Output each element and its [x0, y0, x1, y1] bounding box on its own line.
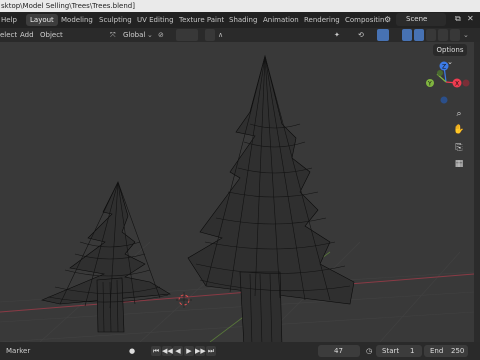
shading-solid-button[interactable] — [426, 29, 436, 41]
prev-keyframe-icon[interactable]: ◀◀ — [162, 346, 173, 356]
tab-uv-editing[interactable]: UV Editing — [133, 14, 178, 26]
menu-add[interactable]: Add — [20, 28, 34, 42]
tab-animation[interactable]: Animation — [259, 14, 303, 26]
top-bar: Help Layout Modeling Sculpting UV Editin… — [0, 12, 480, 28]
start-label: Start — [382, 347, 400, 355]
camera-icon[interactable]: ⎘ — [453, 142, 465, 154]
transform-orientation-dropdown[interactable]: Global — [123, 28, 145, 42]
3d-viewport[interactable]: Z X Y Options ⌄ ⌕ ✋ ⎘ ▦ — [0, 42, 474, 342]
3d-cursor[interactable] — [176, 292, 192, 308]
play-icon[interactable]: ▶ — [184, 346, 194, 356]
current-frame-value: 47 — [334, 347, 343, 355]
chevron-down-icon: ⌄ — [147, 31, 153, 39]
large-tree-wireframe — [187, 54, 355, 342]
transform-orientation-icon[interactable]: ⤧ — [110, 28, 116, 42]
marker-menu[interactable]: Marker — [6, 342, 30, 360]
navigation-gizmo[interactable]: Z X Y — [426, 61, 470, 104]
next-keyframe-icon[interactable]: ▶▶ — [195, 346, 206, 356]
gizmo-x-label: X — [455, 81, 459, 88]
play-reverse-icon[interactable]: ◀ — [173, 346, 183, 356]
shading-options-chevron-icon[interactable]: ⌄ — [463, 28, 469, 42]
shading-wireframe-button[interactable] — [414, 29, 424, 41]
proportional-edit-icon[interactable]: ∧ — [218, 28, 223, 42]
window-title-bar: sktop\Model Selling\Trees\Trees.blend] — [0, 0, 480, 12]
timeline-bar: Marker ● ⏮ ◀◀ ◀ ▶ ▶▶ ⏭ 47 ◷ Start 1 End … — [0, 342, 480, 360]
menu-help[interactable]: Help — [1, 12, 17, 28]
tab-modeling[interactable]: Modeling — [57, 14, 97, 26]
jump-start-icon[interactable]: ⏮ — [151, 346, 161, 356]
end-value: 250 — [451, 347, 465, 355]
start-frame-field[interactable]: Start 1 — [376, 345, 422, 357]
end-label: End — [430, 347, 444, 355]
file-path: sktop\Model Selling\Trees\Trees.blend] — [1, 2, 135, 10]
perspective-grid-icon[interactable]: ▦ — [453, 158, 465, 170]
end-frame-field[interactable]: End 250 — [424, 345, 468, 357]
scene-icon[interactable]: ⚙ — [384, 15, 394, 25]
record-icon[interactable]: ● — [127, 346, 137, 356]
zoom-icon[interactable]: ⌕ — [453, 108, 465, 120]
tab-layout[interactable]: Layout — [26, 14, 58, 26]
view-object-types-icon[interactable]: ✦ — [334, 28, 340, 42]
scene-selector[interactable]: Scene — [396, 13, 446, 26]
options-dropdown[interactable]: Options ⌄ — [433, 44, 467, 66]
gizmo-toggle-icon[interactable]: ⟲ — [358, 28, 364, 42]
jump-end-icon[interactable]: ⏭ — [206, 346, 216, 356]
viewport-header: elect Add Object ⤧ Global ⌄ ⊘ ∧ ✦ ⟲ ⌄ — [0, 28, 480, 42]
xray-toggle[interactable] — [402, 29, 412, 41]
scene-label: Scene — [406, 15, 428, 23]
small-tree-wireframe — [41, 181, 171, 333]
clock-icon[interactable]: ◷ — [364, 346, 374, 356]
gizmo-neg-x-axis[interactable] — [462, 79, 470, 87]
tab-compositing[interactable]: Compositin — [341, 14, 388, 26]
viewport-canvas: Z X Y — [0, 54, 474, 342]
menu-object[interactable]: Object — [40, 28, 63, 42]
gizmo-neg-z-axis[interactable] — [440, 96, 448, 104]
gizmo-neg-y-axis[interactable] — [437, 70, 443, 76]
start-value: 1 — [410, 347, 415, 355]
tab-sculpting[interactable]: Sculpting — [95, 14, 136, 26]
current-frame-field[interactable]: 47 — [318, 345, 360, 357]
gizmo-y-label: Y — [427, 81, 432, 88]
pan-hand-icon[interactable]: ✋ — [453, 124, 465, 136]
tab-shading[interactable]: Shading — [225, 14, 261, 26]
gizmo-z-label: Z — [442, 64, 446, 71]
close-icon[interactable]: ✕ — [467, 14, 477, 26]
right-panel-edge[interactable] — [474, 42, 480, 342]
pivot-icon[interactable]: ⊘ — [158, 28, 164, 42]
tab-texture-paint[interactable]: Texture Paint — [175, 14, 228, 26]
shading-rendered-button[interactable] — [450, 29, 460, 41]
tab-rendering[interactable]: Rendering — [300, 14, 344, 26]
shading-material-button[interactable] — [438, 29, 448, 41]
options-label: Options — [436, 46, 464, 54]
snap-toggle[interactable] — [205, 29, 215, 41]
menu-select[interactable]: elect — [0, 28, 17, 42]
duplicate-icon[interactable]: ⧉ — [455, 14, 465, 26]
overlays-button[interactable] — [377, 29, 389, 41]
snap-button[interactable] — [176, 29, 198, 41]
